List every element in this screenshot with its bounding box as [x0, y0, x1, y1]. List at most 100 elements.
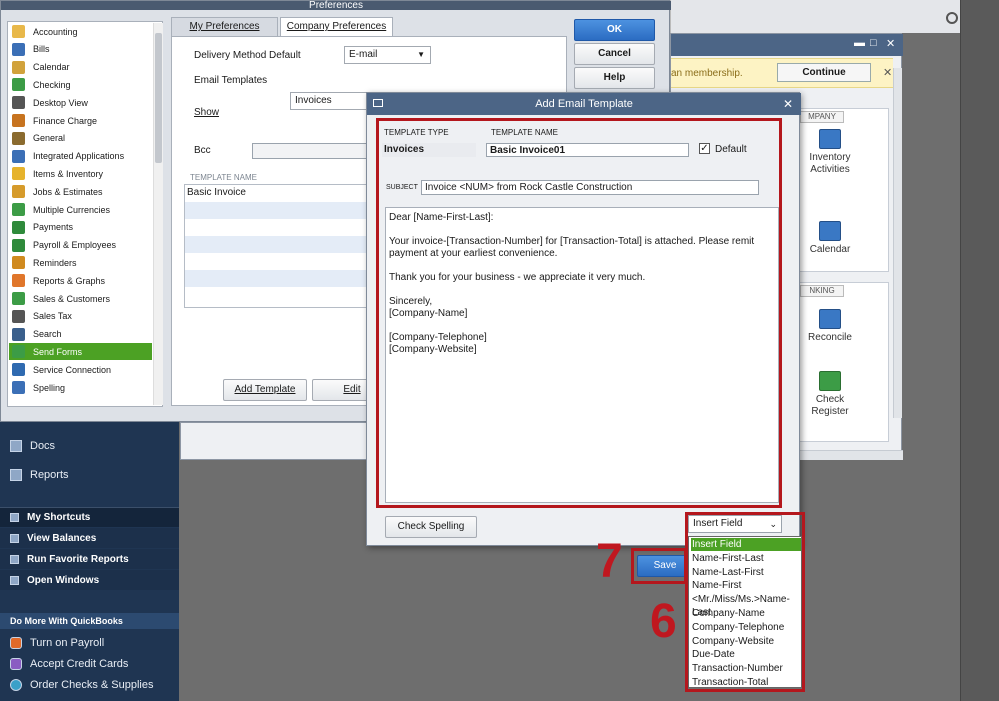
category-icon	[12, 167, 25, 181]
check-register-item[interactable]: Check Register	[802, 371, 858, 418]
category-item[interactable]: Multiple Currencies	[9, 201, 152, 218]
delivery-method-select[interactable]: E-mail ▼	[344, 46, 431, 64]
category-item[interactable]: Finance Charge	[9, 112, 152, 129]
category-label: Send Forms	[33, 346, 83, 357]
category-item[interactable]: Reminders	[9, 254, 152, 271]
reconcile-icon	[819, 309, 841, 329]
body-paragraph-2: Thank you for your business - we appreci…	[389, 272, 646, 283]
category-icon	[12, 274, 25, 288]
category-item[interactable]: Sales Tax	[9, 308, 152, 325]
show-select[interactable]: Invoices	[290, 92, 370, 110]
category-item[interactable]: Integrated Applications	[9, 148, 152, 165]
insert-field-option[interactable]: Name-Last-First	[691, 566, 801, 579]
add-email-template-titlebar: Add Email Template ✕	[367, 93, 801, 115]
insert-field-option[interactable]: Company-Website	[691, 635, 801, 648]
sidebar-turn-on-payroll[interactable]: Turn on Payroll	[0, 632, 179, 654]
sidebar-view-balances[interactable]: View Balances	[0, 528, 179, 548]
insert-field-select[interactable]: Insert Field ⌄	[688, 515, 782, 533]
help-button[interactable]: Help	[574, 67, 655, 89]
sidebar-run-favorite-reports[interactable]: Run Favorite Reports	[0, 549, 179, 569]
category-icon	[12, 131, 25, 145]
tab-my-preferences[interactable]: My Preferences	[171, 17, 278, 37]
category-item[interactable]: Send Forms	[9, 343, 152, 361]
insert-field-option[interactable]: Due-Date	[691, 648, 801, 661]
tab-company-preferences[interactable]: Company Preferences	[280, 17, 393, 38]
reminders-clock-icon[interactable]	[946, 12, 958, 24]
add-template-button[interactable]: Add Template	[223, 379, 307, 401]
banner-close-icon[interactable]: ✕	[883, 66, 892, 79]
maximize-icon[interactable]: □	[870, 37, 877, 49]
email-body-textarea[interactable]: Dear [Name-First-Last]: Your invoice-[Tr…	[385, 207, 779, 503]
sidebar-item-reports[interactable]: Reports	[0, 463, 179, 487]
company-label: MPANY	[800, 111, 844, 123]
category-icon	[12, 149, 25, 163]
cancel-button[interactable]: Cancel	[574, 43, 655, 65]
insert-field-option[interactable]: Company-Name	[691, 607, 801, 620]
category-item[interactable]: Payroll & Employees	[9, 237, 152, 254]
reconcile-item[interactable]: Reconcile	[802, 309, 858, 344]
insert-field-option[interactable]: Name-First	[691, 579, 801, 592]
window-menu-icon[interactable]	[373, 99, 383, 107]
category-item[interactable]: Spelling	[9, 379, 152, 396]
category-item[interactable]: Jobs & Estimates	[9, 183, 152, 200]
category-item[interactable]: Reports & Graphs	[9, 272, 152, 289]
continue-button[interactable]: Continue	[777, 63, 871, 82]
sidebar-accept-credit-cards[interactable]: Accept Credit Cards	[0, 653, 179, 675]
body-closing-1: Sincerely,	[389, 296, 433, 307]
category-item[interactable]: Accounting	[9, 23, 152, 40]
balances-icon	[10, 533, 19, 543]
category-icon	[12, 203, 25, 216]
add-email-template-dialog: Add Email Template ✕ TEMPLATE TYPE Invoi…	[366, 92, 801, 584]
close-icon[interactable]: ✕	[886, 37, 895, 50]
insert-field-option[interactable]: <Mr./Miss/Ms.>Name-Last	[691, 593, 801, 618]
insert-field-option[interactable]: Transaction-Total	[691, 676, 801, 689]
category-item[interactable]: Checking	[9, 76, 152, 93]
insert-field-option[interactable]: Name-First-Last	[691, 552, 801, 565]
minimize-icon[interactable]: ▬	[854, 37, 865, 49]
ok-button[interactable]: OK	[574, 19, 655, 41]
check-spelling-button[interactable]: Check Spelling	[385, 516, 477, 538]
category-item[interactable]: General	[9, 130, 152, 147]
category-item[interactable]: Payments	[9, 219, 152, 236]
insert-field-option[interactable]: Insert Field	[691, 538, 801, 551]
inventory-activities-item[interactable]: Inventory Activities	[802, 129, 858, 176]
category-item[interactable]: Service Connection	[9, 361, 152, 378]
category-item[interactable]: Items & Inventory	[9, 165, 152, 182]
order-checks-icon	[10, 679, 22, 691]
email-templates-label: Email Templates	[194, 75, 268, 86]
category-label: Accounting	[33, 26, 78, 37]
sidebar-my-shortcuts[interactable]: My Shortcuts	[0, 507, 179, 527]
category-label: Desktop View	[33, 97, 88, 108]
show-label: Show	[194, 107, 220, 118]
category-item[interactable]: Search	[9, 326, 152, 343]
category-item[interactable]: Desktop View	[9, 94, 152, 111]
template-name-input[interactable]: Basic Invoice01	[486, 143, 689, 157]
category-label: Items & Inventory	[33, 168, 104, 179]
insert-field-option[interactable]: Company-Telephone	[691, 621, 801, 634]
calendar-item[interactable]: Calendar	[802, 221, 858, 256]
subject-input[interactable]: Invoice <NUM> from Rock Castle Construct…	[421, 180, 759, 195]
insert-field-option[interactable]: Transaction-Number	[691, 662, 801, 675]
home-scrollbar[interactable]	[893, 68, 902, 418]
bcc-input[interactable]	[252, 143, 372, 159]
template-row-basic-invoice[interactable]: Basic Invoice	[185, 185, 373, 202]
category-icon	[12, 96, 25, 110]
category-label: Sales & Customers	[33, 293, 111, 304]
template-name-header: TEMPLATE NAME	[190, 173, 257, 182]
sidebar-order-checks[interactable]: Order Checks & Supplies	[0, 674, 179, 696]
inventory-icon	[819, 129, 841, 149]
category-item[interactable]: Bills	[9, 41, 152, 58]
dialog-close-icon[interactable]: ✕	[783, 93, 793, 115]
category-label: Spelling	[33, 382, 66, 393]
chevron-down-icon: ⌄	[769, 519, 777, 529]
sidebar-item-docs[interactable]: Docs	[0, 434, 179, 458]
category-item[interactable]: Sales & Customers	[9, 290, 152, 307]
category-label: Multiple Currencies	[33, 204, 111, 215]
default-checkbox[interactable]: ✓	[699, 143, 710, 154]
category-label: Bills	[33, 44, 50, 55]
category-icon	[12, 238, 25, 252]
sidebar-open-windows[interactable]: Open Windows	[0, 570, 179, 590]
category-scrollbar[interactable]	[153, 23, 163, 405]
category-label: General	[33, 133, 66, 144]
category-item[interactable]: Calendar	[9, 59, 152, 76]
